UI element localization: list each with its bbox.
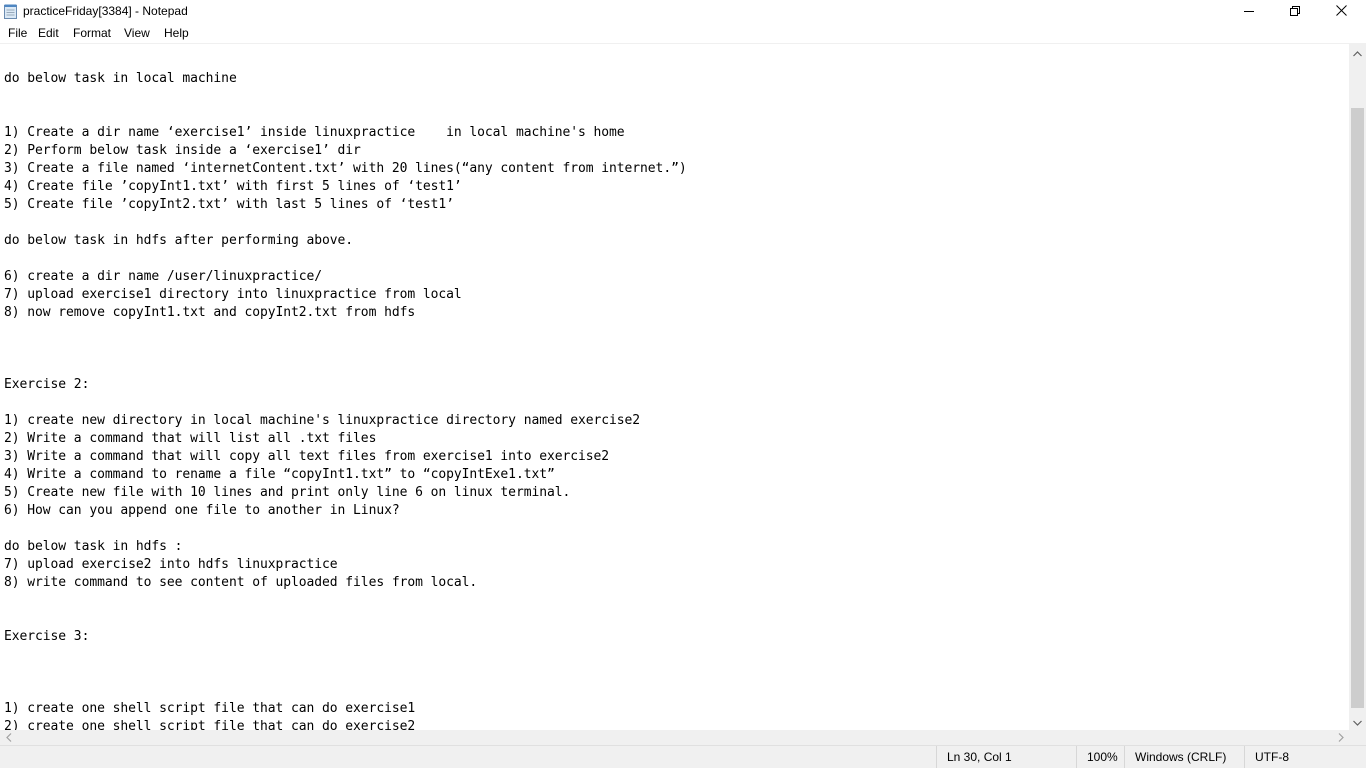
- editor-line: 5) Create file ’copyInt2.txt’ with last …: [4, 197, 454, 212]
- editor-line: 8) write command to see content of uploa…: [4, 575, 478, 590]
- editor-line: 5) Create new file with 10 lines and pri…: [4, 485, 571, 500]
- chevron-right-icon: [1338, 729, 1344, 747]
- editor-line: 1) create new directory in local machine…: [4, 413, 641, 428]
- editor-line: 8) now remove copyInt1.txt and copyInt2.…: [4, 305, 416, 320]
- restore-button[interactable]: [1272, 0, 1318, 23]
- scroll-right-button[interactable]: [1332, 730, 1349, 745]
- editor-line: 6) How can you append one file to anothe…: [4, 503, 400, 518]
- editor-line: Exercise 2:: [4, 377, 90, 392]
- window-title: practiceFriday[3384] - Notepad: [23, 4, 188, 18]
- editor-line: do below task in hdfs :: [4, 539, 183, 554]
- maximize-icon: [1290, 3, 1300, 21]
- editor-line: 1) create one shell script file that can…: [4, 701, 416, 716]
- chevron-left-icon: [5, 729, 12, 747]
- editor-line: 7) upload exercise2 into hdfs linuxpract…: [4, 557, 338, 572]
- editor-line: 7) upload exercise1 directory into linux…: [4, 287, 462, 302]
- chevron-down-icon: [1353, 713, 1362, 731]
- status-bar: Ln 30, Col 1 100% Windows (CRLF) UTF-8: [0, 745, 1366, 768]
- menu-help[interactable]: Help: [164, 25, 189, 41]
- scrollbar-corner: [1349, 730, 1366, 745]
- editor-line: 2) create one shell script file that can…: [4, 719, 416, 730]
- editor-line: 4) Write a command to rename a file “cop…: [4, 467, 555, 482]
- minimize-button[interactable]: [1226, 0, 1272, 23]
- scroll-up-button[interactable]: [1349, 44, 1366, 61]
- scroll-down-button[interactable]: [1349, 713, 1366, 730]
- notepad-icon: [4, 4, 17, 19]
- text-editor[interactable]: do below task in local machine 1) Create …: [0, 44, 1349, 730]
- vertical-scroll-thumb[interactable]: [1351, 108, 1364, 708]
- editor-line: 1) Create a dir name ‘exercise1’ inside …: [4, 125, 625, 140]
- editor-line: 2) Perform below task inside a ‘exercise…: [4, 143, 361, 158]
- status-line-ending: Windows (CRLF): [1124, 746, 1244, 768]
- close-icon: [1335, 3, 1347, 21]
- editor-line: do below task in hdfs after performing a…: [4, 233, 354, 248]
- editor-line: 3) Write a command that will copy all te…: [4, 449, 610, 464]
- horizontal-scrollbar[interactable]: [0, 730, 1349, 745]
- menu-format[interactable]: Format: [73, 25, 111, 41]
- scroll-left-button[interactable]: [0, 730, 17, 745]
- editor-line: Exercise 3:: [4, 629, 90, 644]
- minimize-icon: [1244, 3, 1254, 21]
- title-bar[interactable]: practiceFriday[3384] - Notepad: [0, 0, 1366, 23]
- menu-file[interactable]: File: [8, 25, 27, 41]
- editor-line: 4) Create file ’copyInt1.txt’ with first…: [4, 179, 462, 194]
- status-encoding: UTF-8: [1244, 746, 1366, 768]
- menu-view[interactable]: View: [124, 25, 150, 41]
- vertical-scrollbar[interactable]: [1349, 44, 1366, 730]
- editor-line: 6) create a dir name /user/linuxpractice…: [4, 269, 323, 284]
- close-button[interactable]: [1318, 0, 1364, 23]
- status-position: Ln 30, Col 1: [936, 746, 1076, 768]
- menu-edit[interactable]: Edit: [38, 25, 59, 41]
- editor-line: do below task in local machine: [4, 71, 237, 86]
- chevron-up-icon: [1353, 44, 1362, 62]
- editor-line: 3) Create a file named ‘internetContent.…: [4, 161, 687, 176]
- status-zoom: 100%: [1076, 746, 1124, 768]
- editor-line: 2) Write a command that will list all .t…: [4, 431, 377, 446]
- menu-bar: File Edit Format View Help: [0, 23, 1366, 44]
